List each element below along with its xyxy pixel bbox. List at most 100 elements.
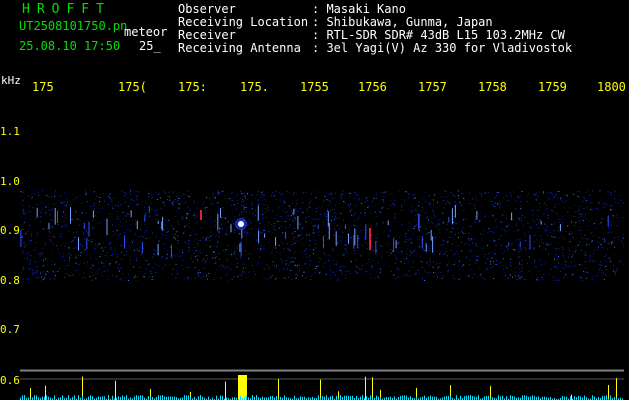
noise-pixel [366,197,368,199]
noise-pixel [209,221,211,223]
noise-pixel [343,244,345,245]
noise-pixel [419,226,421,228]
noise-pixel [213,279,215,281]
noise-pixel [310,276,312,278]
noise-pixel [486,268,488,270]
noise-pixel [503,197,505,199]
noise-pixel [36,247,38,248]
noise-pixel [176,231,178,233]
noise-pixel [168,264,170,266]
noise-pixel [548,198,550,200]
noise-pixel [422,278,423,280]
noise-pixel [259,248,261,250]
noise-pixel [65,204,67,206]
echo-streak [327,211,329,227]
noise-pixel [228,267,230,269]
noise-pixel [221,267,223,269]
noise-pixel [186,213,188,215]
power-floor-bar [404,395,405,400]
noise-pixel [334,212,336,214]
noise-pixel [26,232,27,234]
noise-pixel [474,197,476,199]
noise-pixel [177,235,179,237]
noise-pixel [35,242,37,244]
noise-pixel [298,262,300,263]
noise-pixel [327,231,329,233]
noise-pixel [610,223,611,225]
noise-pixel [203,259,205,261]
noise-pixel [585,192,587,194]
noise-pixel [254,214,256,216]
noise-pixel [544,223,546,225]
noise-pixel [63,225,65,227]
noise-pixel [509,258,511,260]
noise-pixel [524,279,526,280]
noise-pixel [446,221,448,223]
noise-pixel [85,192,87,194]
noise-pixel [340,198,342,200]
noise-pixel [188,277,190,279]
noise-pixel [299,207,301,209]
noise-pixel [276,277,278,278]
noise-pixel [592,190,594,192]
noise-pixel [537,227,539,229]
noise-pixel [595,228,596,229]
noise-pixel [591,240,593,242]
noise-pixel [408,260,410,262]
noise-pixel [262,218,264,220]
noise-pixel [22,252,24,254]
x-tick: 1758 [478,80,507,94]
power-floor-bar [350,396,351,400]
noise-pixel [23,242,25,244]
noise-pixel [188,246,190,248]
noise-pixel [508,248,509,250]
power-floor-bar [594,396,595,400]
echo-streak [36,207,38,218]
noise-pixel [365,201,366,203]
noise-pixel [62,201,64,203]
noise-pixel [286,211,288,212]
noise-pixel [371,205,372,207]
noise-pixel [600,217,602,219]
noise-pixel [210,216,212,218]
noise-pixel [468,244,470,246]
noise-pixel [546,230,547,231]
noise-pixel [154,249,156,251]
noise-pixel [230,199,232,201]
noise-pixel [582,219,584,221]
noise-pixel [358,199,360,201]
noise-pixel [245,197,247,199]
noise-pixel [409,210,411,212]
noise-pixel [540,235,542,237]
noise-pixel [373,197,375,199]
noise-pixel [144,242,146,244]
power-spike [365,376,366,400]
noise-pixel [348,218,350,220]
noise-pixel [532,220,534,222]
noise-pixel [349,225,351,227]
noise-pixel [242,199,243,200]
echo-streak [345,224,346,229]
noise-pixel [338,229,340,230]
noise-pixel [51,226,53,228]
noise-pixel [217,193,219,194]
noise-pixel [246,198,248,200]
noise-pixel [350,203,351,205]
power-spike [320,379,321,400]
noise-pixel [115,233,117,235]
noise-pixel [49,239,50,240]
noise-pixel [125,240,127,242]
noise-pixel [121,242,123,244]
noise-pixel [517,196,519,198]
noise-pixel [492,215,494,217]
power-floor-bar [362,395,363,400]
noise-pixel [230,223,232,224]
noise-pixel [287,248,289,249]
noise-pixel [396,257,397,259]
noise-pixel [596,248,598,250]
noise-pixel [599,198,601,199]
noise-pixel [500,247,502,249]
noise-pixel [413,197,415,199]
noise-pixel [220,242,222,244]
noise-pixel [575,216,577,217]
